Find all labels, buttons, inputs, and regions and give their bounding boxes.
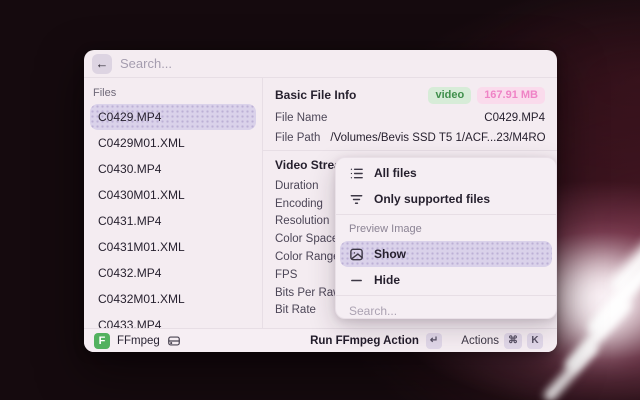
app-window: ← Files C0429.MP4 C0429M01.XML C0430.MP4… <box>84 50 557 352</box>
file-row[interactable]: C0430M01.XML <box>90 182 256 208</box>
k-key-badge: K <box>527 333 543 349</box>
file-badges: video 167.91 MB <box>428 87 545 104</box>
minus-icon <box>349 273 364 288</box>
dropdown-search <box>336 298 556 319</box>
files-panel-header: Files <box>84 86 262 100</box>
run-ffmpeg-action-label: Run FFmpeg Action <box>310 335 419 347</box>
menu-item-label: Only supported files <box>374 192 490 206</box>
file-row[interactable]: C0431M01.XML <box>90 234 256 260</box>
info-divider <box>263 150 557 151</box>
menu-item-all-files[interactable]: All files <box>340 160 552 186</box>
file-name-value: C0429.MP4 <box>484 112 545 124</box>
footer-bar: F FFmpeg Run FFmpeg Action ↵ Actions ⌘ K <box>84 328 557 352</box>
file-path-label: File Path <box>275 132 320 144</box>
files-panel: Files C0429.MP4 C0429M01.XML C0430.MP4 C… <box>84 78 263 328</box>
actions-button[interactable]: Actions ⌘ K <box>457 331 547 351</box>
menu-divider <box>336 214 556 215</box>
file-row[interactable]: C0429M01.XML <box>90 130 256 156</box>
back-button[interactable]: ← <box>92 54 112 74</box>
file-row[interactable]: C0432M01.XML <box>90 286 256 312</box>
audio-stream-title: Audio Stream 1 <box>275 325 545 328</box>
menu-item-label: All files <box>374 166 417 180</box>
search-input[interactable] <box>120 56 549 71</box>
file-row[interactable]: C0432.MP4 <box>90 260 256 286</box>
menu-item-only-supported-files[interactable]: Only supported files <box>340 186 552 212</box>
actions-label: Actions <box>461 335 499 347</box>
ffmpeg-logo-icon: F <box>94 333 110 349</box>
arrow-left-icon: ← <box>96 56 109 71</box>
menu-item-show[interactable]: Show <box>340 241 552 267</box>
menu-item-label: Show <box>374 247 406 261</box>
preview-image-section-label: Preview Image <box>336 217 556 241</box>
menu-divider <box>336 295 556 296</box>
file-row[interactable]: C0429.MP4 <box>90 104 256 130</box>
filter-icon <box>349 192 364 207</box>
basic-file-info-title: Basic File Info <box>275 88 356 102</box>
menu-item-label: Hide <box>374 273 400 287</box>
hard-drive-icon[interactable] <box>167 334 181 348</box>
dropdown-search-input[interactable] <box>349 304 543 318</box>
file-row[interactable]: C0433.MP4 <box>90 312 256 328</box>
app-name: FFmpeg <box>117 335 160 347</box>
file-type-badge: video <box>428 87 471 104</box>
file-path-value: /Volumes/Bevis SSD T5 1/ACF...23/M4ROOT/… <box>330 132 545 144</box>
menu-item-hide[interactable]: Hide <box>340 267 552 293</box>
enter-key-badge[interactable]: ↵ <box>426 333 442 349</box>
list-icon <box>349 166 364 181</box>
image-icon <box>349 247 364 262</box>
file-name-label: File Name <box>275 112 327 124</box>
file-list: C0429.MP4 C0429M01.XML C0430.MP4 C0430M0… <box>84 104 262 328</box>
search-bar: ← <box>84 50 557 78</box>
file-size-badge: 167.91 MB <box>477 87 545 104</box>
file-row[interactable]: C0431.MP4 <box>90 208 256 234</box>
filter-dropdown-menu: All files Only supported files Preview I… <box>335 157 557 319</box>
command-key-badge: ⌘ <box>504 333 522 349</box>
file-row[interactable]: C0430.MP4 <box>90 156 256 182</box>
